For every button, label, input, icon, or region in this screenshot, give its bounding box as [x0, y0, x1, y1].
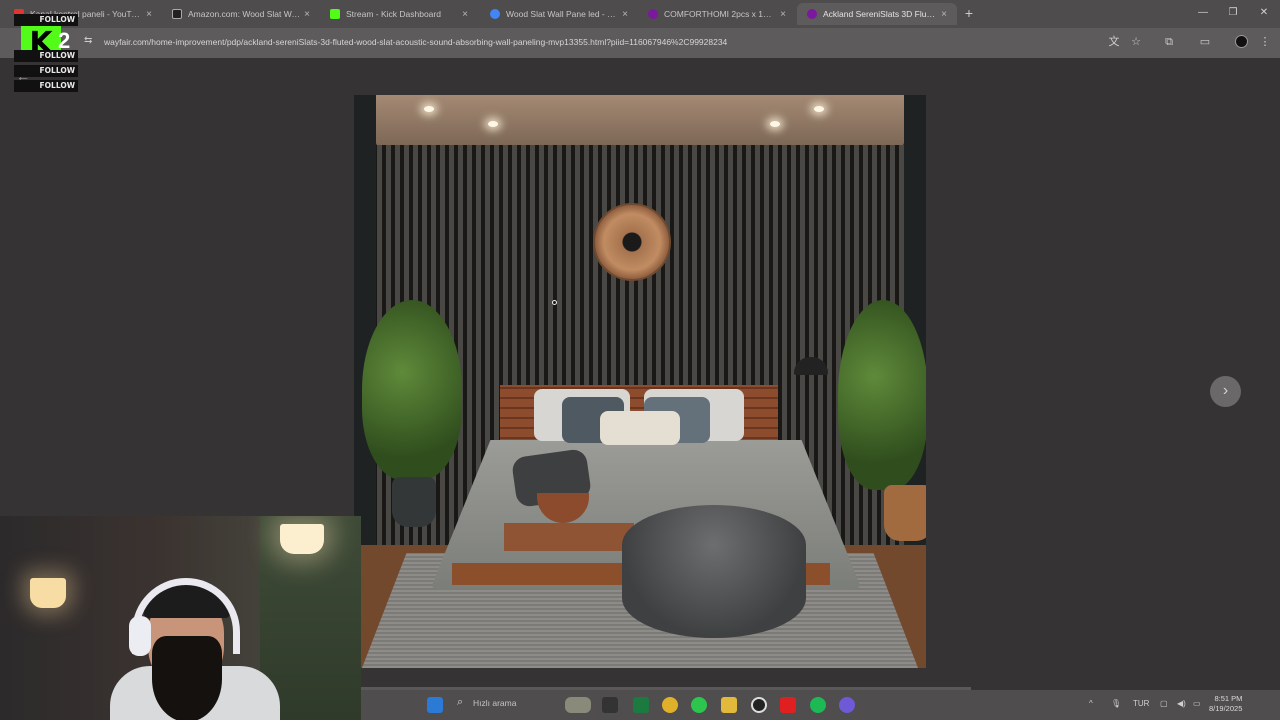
screen: Kanal kontrol paneli - YouTube × Amazon.… — [0, 0, 1280, 720]
tab-strip: Kanal kontrol paneli - YouTube × Amazon.… — [0, 0, 1280, 28]
new-tab-button[interactable]: + — [961, 5, 977, 21]
floor-lamp — [280, 524, 324, 554]
wooden-bench — [504, 523, 634, 551]
chevron-up-icon[interactable]: ^ — [1089, 699, 1093, 708]
close-icon[interactable]: × — [142, 9, 156, 20]
site-info-icon[interactable]: ⇆ — [84, 35, 96, 49]
restore-button[interactable]: ❐ — [1222, 5, 1244, 21]
network-icon[interactable]: ▢ — [1160, 699, 1168, 708]
tab-title: COMFORTHOMI 2pcs x 106 x — [664, 9, 776, 19]
ottoman — [622, 505, 806, 638]
next-image-button[interactable]: › — [1210, 376, 1241, 407]
wayfair-icon — [807, 9, 817, 19]
close-icon[interactable]: × — [458, 9, 472, 20]
tab-title: Ackland SereniSlats 3D Fluted — [823, 9, 937, 19]
kick-icon — [330, 9, 340, 19]
ceiling — [354, 95, 926, 145]
widget-icon[interactable] — [565, 697, 591, 713]
webcam-overlay — [0, 516, 361, 720]
language-indicator[interactable]: TUR — [1133, 699, 1149, 708]
desk-lamp — [30, 578, 66, 608]
follow-label: FOLLOW — [14, 80, 78, 92]
follow-label: FOLLOW — [14, 65, 78, 77]
app-icon[interactable] — [751, 697, 767, 713]
minimize-button[interactable]: — — [1192, 5, 1214, 21]
product-photo[interactable] — [354, 95, 926, 668]
ceiling-light — [424, 106, 434, 112]
follow-label: FOLLOW — [14, 14, 78, 26]
tab-ackland[interactable]: Ackland SereniSlats 3D Fluted × — [797, 3, 957, 25]
tab-google[interactable]: Wood Slat Wall Pane led - Goo × — [480, 3, 638, 25]
battery-icon[interactable]: ▭ — [1193, 699, 1201, 708]
app-icon[interactable] — [633, 697, 649, 713]
tab-title: Wood Slat Wall Pane led - Goo — [506, 9, 618, 19]
tab-title: Amazon.com: Wood Slat Wall P — [188, 9, 300, 19]
tab-comforthomi[interactable]: COMFORTHOMI 2pcs x 106 x × — [638, 3, 796, 25]
close-icon[interactable]: × — [776, 9, 790, 20]
extensions-icon[interactable]: ⧉ — [1162, 35, 1176, 49]
search-icon: ⌕ — [457, 696, 464, 708]
youtube-icon[interactable] — [780, 697, 796, 713]
kick-follow-overlay: FOLLOW K 2 FOLLOW FOLLOW FOLLOW — [14, 14, 78, 96]
volume-icon[interactable]: ◀) — [1177, 699, 1186, 708]
google-icon — [490, 9, 500, 19]
ceiling-light — [814, 106, 824, 112]
clock[interactable]: 8:51 PM 8/19/2025 — [1209, 694, 1242, 714]
tab-title: Stream - Kick Dashboard — [346, 9, 441, 19]
close-window-button[interactable]: ✕ — [1253, 5, 1275, 21]
sidepanel-icon[interactable]: ▭ — [1198, 35, 1212, 49]
time: 8:51 PM — [1214, 694, 1243, 703]
menu-icon[interactable]: ⋮ — [1258, 35, 1272, 49]
plant — [362, 300, 462, 480]
profile-icon[interactable] — [1235, 35, 1248, 48]
amazon-icon — [172, 9, 182, 19]
date: 8/19/2025 — [1209, 704, 1243, 713]
folder-icon[interactable] — [721, 697, 737, 713]
taskview-icon[interactable] — [602, 697, 618, 713]
close-icon[interactable]: × — [937, 9, 951, 20]
taskbar: ⌕ Hızlı arama ^ 🎙 TUR ▢ ◀) ▭ 8:51 PM 8/1… — [361, 690, 1280, 720]
spotify-icon[interactable] — [810, 697, 826, 713]
windows-start-icon[interactable] — [427, 697, 443, 713]
tab-kick[interactable]: Stream - Kick Dashboard × — [320, 3, 478, 25]
address-bar: ⇆ wayfair.com/home-improvement/pdp/ackla… — [0, 28, 1280, 58]
tab-amazon[interactable]: Amazon.com: Wood Slat Wall P × — [162, 3, 320, 25]
wayfair-icon — [648, 9, 658, 19]
follow-label: FOLLOW — [14, 50, 78, 62]
headset-earcup — [129, 616, 151, 656]
whatsapp-icon[interactable] — [691, 697, 707, 713]
translate-icon[interactable]: 文 — [1107, 35, 1121, 49]
round-wall-mirror — [593, 203, 671, 281]
chrome-icon[interactable] — [662, 697, 678, 713]
plant — [838, 300, 926, 490]
close-icon[interactable]: × — [300, 9, 314, 20]
star-icon[interactable]: ☆ — [1129, 35, 1143, 49]
discord-icon[interactable] — [839, 697, 855, 713]
search-input[interactable]: Hızlı arama — [473, 698, 516, 708]
mouse-cursor — [552, 300, 557, 305]
close-icon[interactable]: × — [618, 9, 632, 20]
url-field[interactable]: wayfair.com/home-improvement/pdp/ackland… — [104, 37, 727, 47]
pot — [392, 477, 436, 527]
ceiling-light — [488, 121, 498, 127]
pillow — [600, 411, 680, 445]
pot — [884, 485, 926, 541]
ceiling-light — [770, 121, 780, 127]
mic-icon[interactable]: 🎙 — [1111, 699, 1121, 708]
